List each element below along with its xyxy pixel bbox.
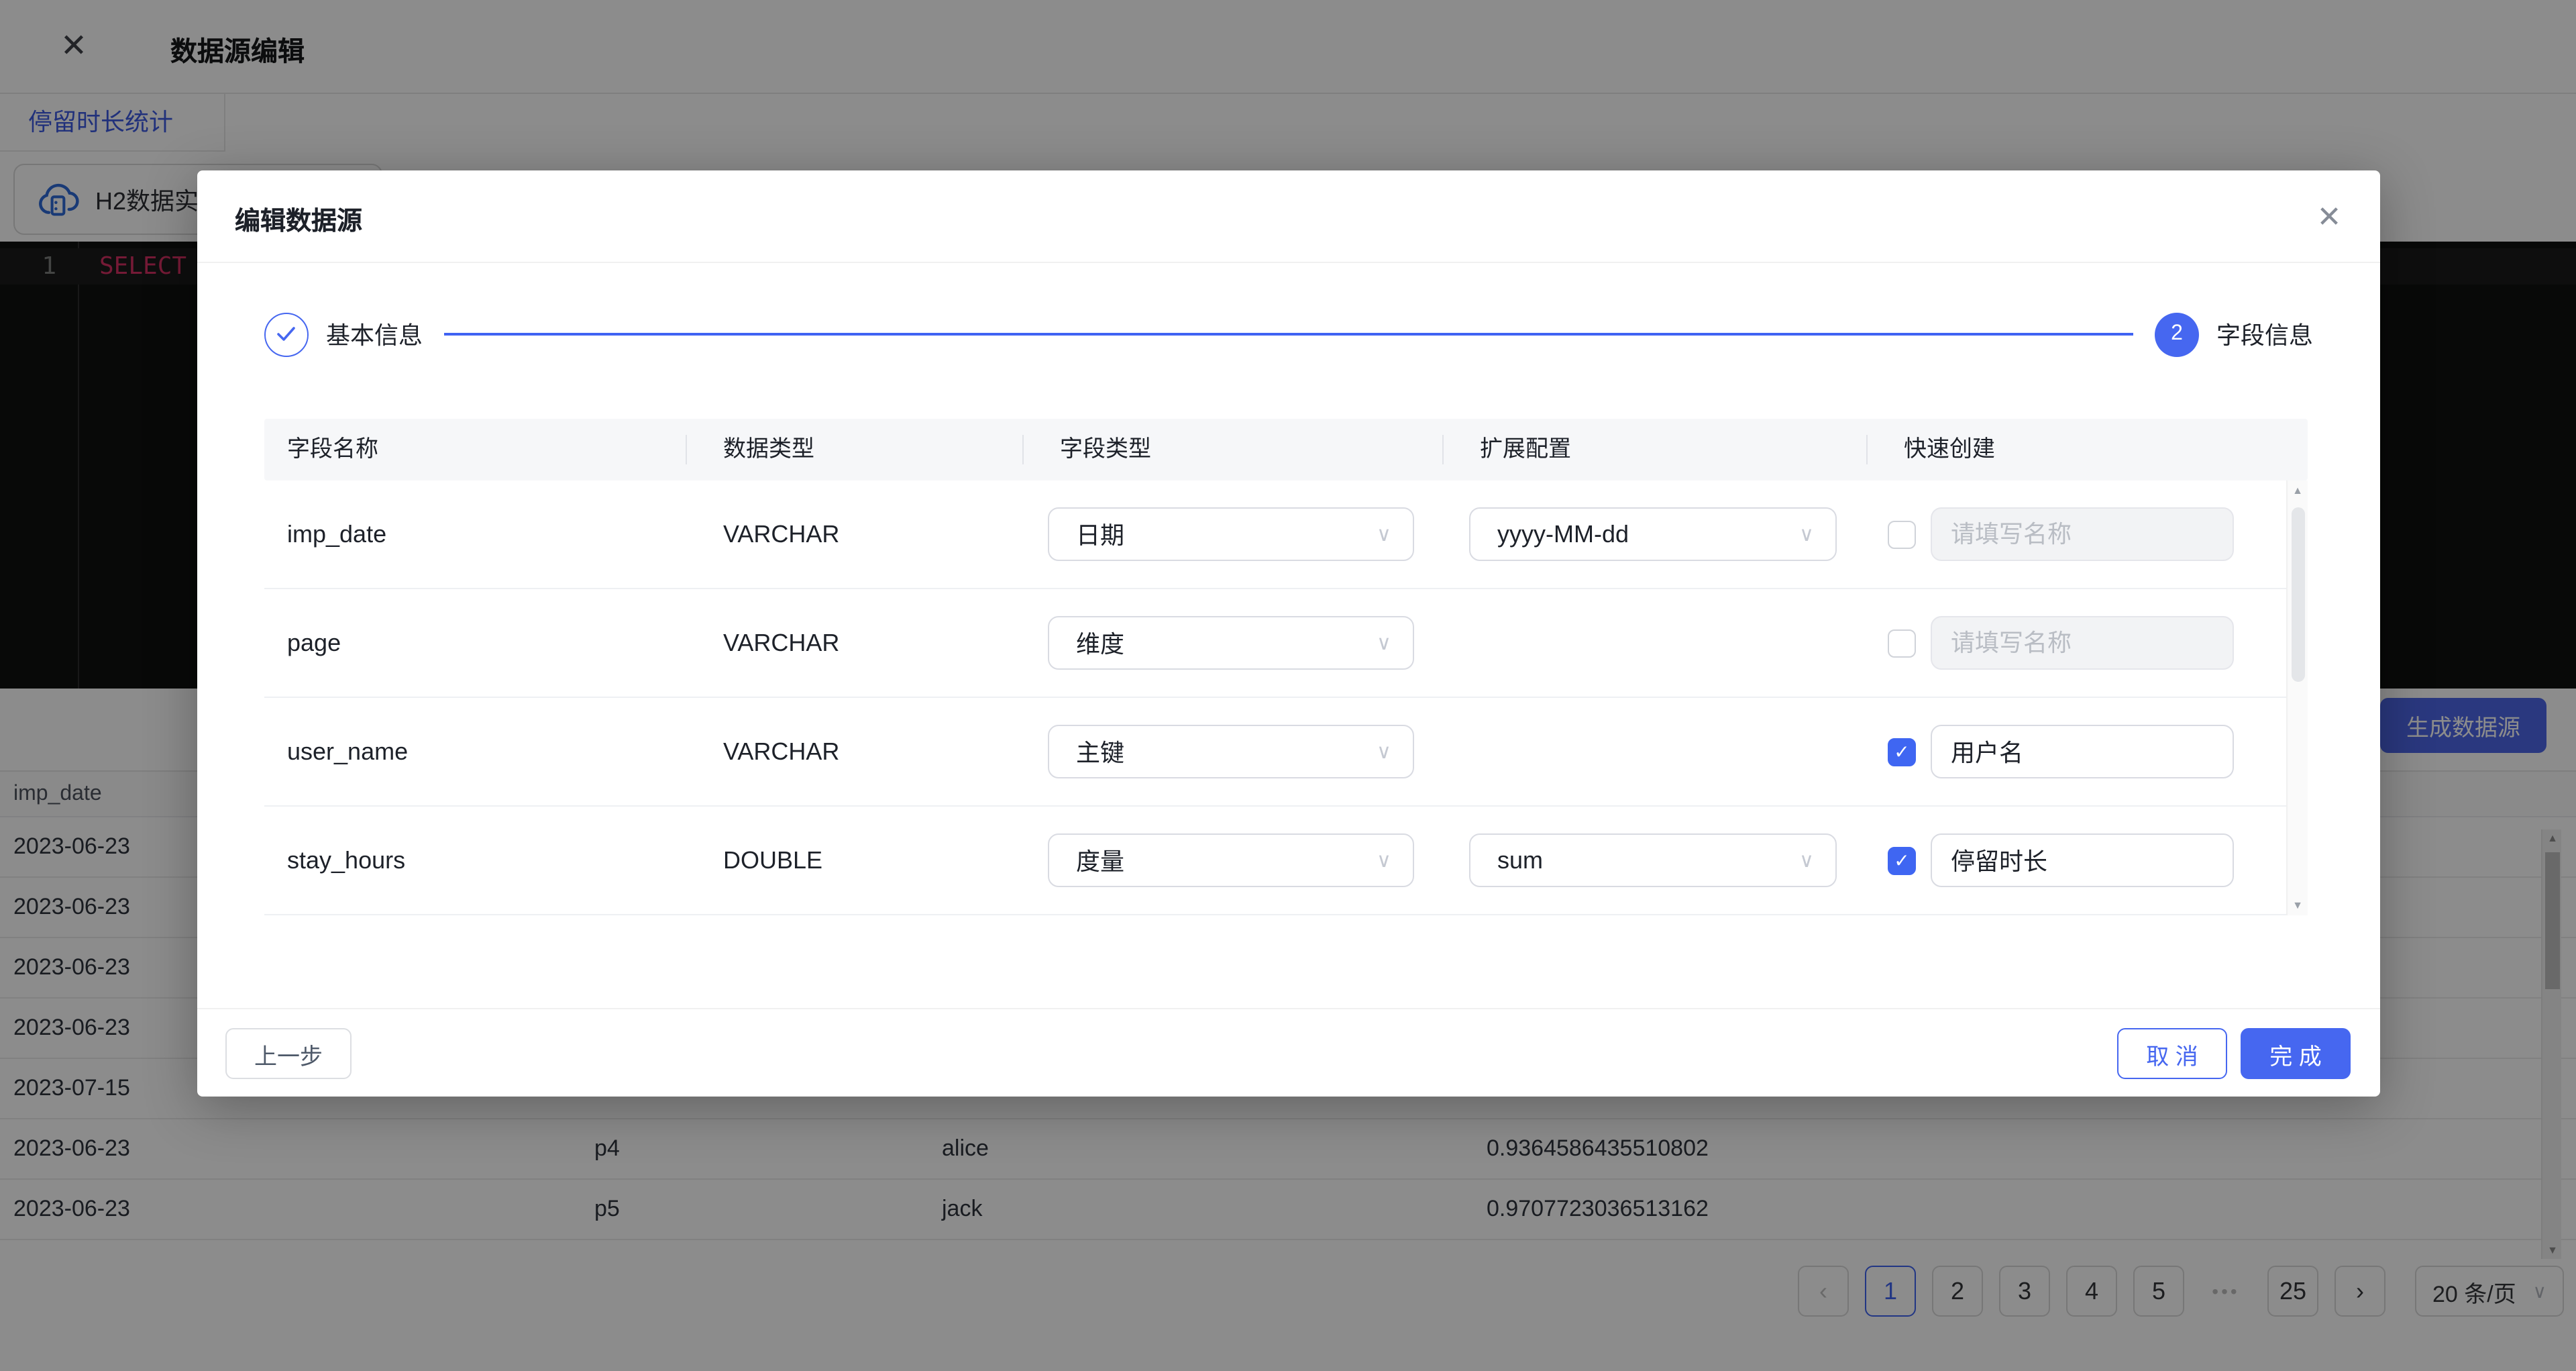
scrollbar-thumb[interactable]	[2292, 507, 2305, 682]
ext-config-select[interactable]: sum ∨	[1469, 833, 1837, 887]
header-data-type: 数据类型	[723, 419, 814, 480]
modal-title: 编辑数据源	[235, 201, 362, 238]
header-field-name: 字段名称	[287, 419, 378, 480]
header-ext-config: 扩展配置	[1480, 419, 1571, 480]
step2-number: 2	[2155, 312, 2199, 356]
quick-name-input[interactable]	[1931, 833, 2234, 887]
scroll-down-icon[interactable]: ▼	[2288, 899, 2308, 911]
quick-create-checkbox[interactable]	[1888, 629, 1916, 658]
field-type-select[interactable]: 日期 ∨	[1048, 507, 1414, 561]
quick-name-input[interactable]	[1931, 616, 2234, 670]
scroll-up-icon[interactable]: ▲	[2288, 485, 2308, 497]
quick-name-input[interactable]	[1931, 507, 2234, 561]
modal-close-icon[interactable]: ✕	[2310, 199, 2348, 236]
fields-scrollbar[interactable]: ▲ ▼	[2286, 480, 2308, 915]
chevron-down-icon: ∨	[1377, 631, 1391, 655]
step2-label: 字段信息	[2216, 317, 2313, 352]
header-quick-create: 快速创建	[1904, 419, 1995, 480]
field-row-user-name: user_name VARCHAR 主键 ∨ ✓	[264, 698, 2308, 807]
field-type-select[interactable]: 度量 ∨	[1048, 833, 1414, 887]
fields-table-header: 字段名称 数据类型 字段类型 扩展配置 快速创建	[264, 419, 2308, 480]
cancel-button[interactable]: 取 消	[2117, 1028, 2227, 1079]
chevron-down-icon: ∨	[1377, 848, 1391, 872]
fields-table: 字段名称 数据类型 字段类型 扩展配置 快速创建 imp_date VARCHA…	[264, 419, 2308, 915]
field-row-imp-date: imp_date VARCHAR 日期 ∨ yyyy-MM-dd ∨	[264, 480, 2308, 589]
ext-config-select[interactable]: yyyy-MM-dd ∨	[1469, 507, 1837, 561]
field-type-select[interactable]: 维度 ∨	[1048, 616, 1414, 670]
chevron-down-icon: ∨	[1799, 522, 1814, 546]
quick-create-checkbox[interactable]	[1888, 521, 1916, 549]
step1-label: 基本信息	[326, 317, 423, 352]
modal-header: 编辑数据源 ✕	[197, 170, 2380, 263]
chevron-down-icon: ∨	[1377, 740, 1391, 764]
quick-name-input[interactable]	[1931, 725, 2234, 778]
header-field-type: 字段类型	[1060, 419, 1151, 480]
quick-create-checkbox[interactable]: ✓	[1888, 738, 1916, 766]
chevron-down-icon: ∨	[1377, 522, 1391, 546]
modal-footer: 上一步 取 消 完 成	[197, 1008, 2380, 1097]
quick-create-checkbox[interactable]: ✓	[1888, 847, 1916, 875]
chevron-down-icon: ∨	[1799, 848, 1814, 872]
header-separator	[1442, 435, 1444, 464]
previous-step-button[interactable]: 上一步	[225, 1028, 352, 1079]
stepper: 基本信息 2 字段信息	[264, 305, 2313, 364]
field-row-page: page VARCHAR 维度 ∨	[264, 589, 2308, 698]
fields-table-body: imp_date VARCHAR 日期 ∨ yyyy-MM-dd ∨ page	[264, 480, 2308, 915]
stepper-connector	[444, 333, 2133, 336]
header-separator	[1022, 435, 1024, 464]
field-row-stay-hours: stay_hours DOUBLE 度量 ∨ sum ∨ ✓	[264, 807, 2308, 915]
field-type-select[interactable]: 主键 ∨	[1048, 725, 1414, 778]
step1-check-icon	[264, 312, 309, 356]
screen: ✕ 数据源编辑 停留时长统计 H2数据实例 1 SELECT imp 生成数据源…	[0, 0, 2576, 1371]
finish-button[interactable]: 完 成	[2241, 1028, 2351, 1079]
edit-datasource-modal: 编辑数据源 ✕ 基本信息 2 字段信息 字段名称 数据类型 字段类型 扩展配置 …	[197, 170, 2380, 1097]
header-separator	[686, 435, 687, 464]
header-separator	[1866, 435, 1868, 464]
